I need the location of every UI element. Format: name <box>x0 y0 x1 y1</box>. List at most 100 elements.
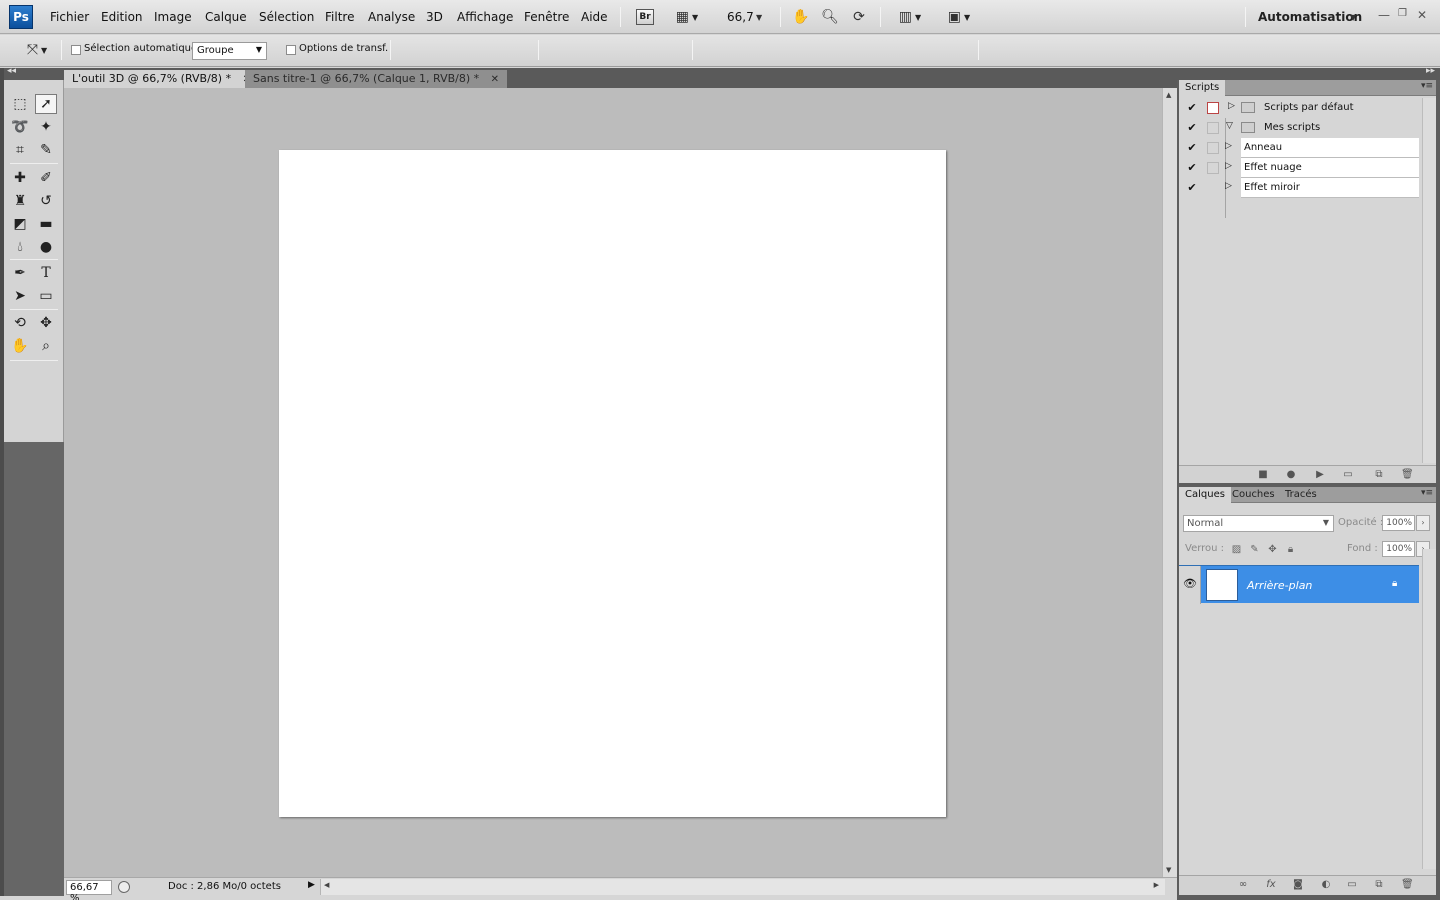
transform-controls-checkbox[interactable] <box>286 45 296 55</box>
trash-icon[interactable]: 🗑︎ <box>1401 879 1414 891</box>
expand-triangle-icon[interactable]: ▷ <box>1228 101 1235 111</box>
distribute-top-icon[interactable] <box>552 44 568 58</box>
eye-icon[interactable]: 👁︎ <box>1183 578 1197 589</box>
layer-style-icon[interactable]: fx <box>1265 879 1277 891</box>
chevron-down-icon[interactable]: ▼ <box>756 8 762 26</box>
layer-visibility-cell[interactable]: 👁︎ <box>1179 566 1201 604</box>
align-left-icon[interactable] <box>472 44 488 58</box>
menu-aide[interactable]: Aide <box>581 10 608 24</box>
expand-triangle-icon[interactable]: ▷ <box>1225 161 1232 171</box>
auto-align-layers-icon[interactable] <box>701 44 717 58</box>
menu-edition[interactable]: Edition <box>101 10 143 24</box>
scroll-right-icon[interactable]: ▶ <box>1154 881 1159 889</box>
menu-affichage[interactable]: Affichage <box>457 10 513 24</box>
restore-icon[interactable]: ❐ <box>1398 8 1407 19</box>
align-vertical-center-icon[interactable] <box>422 44 438 58</box>
menu-calque[interactable]: Calque <box>205 10 247 24</box>
rotate-view-icon[interactable]: ⟳ <box>849 8 869 26</box>
menu-filtre[interactable]: Filtre <box>325 10 354 24</box>
menu-3d[interactable]: 3D <box>426 10 443 24</box>
new-group-icon[interactable]: ▭ <box>1346 879 1358 891</box>
layer-row[interactable]: 👁︎ Arrière-plan 🔒︎ <box>1179 565 1419 604</box>
zoom-level-dropdown[interactable]: 66,7 <box>727 10 754 24</box>
marquee-tool-icon[interactable]: ⬚ <box>9 94 31 114</box>
fill-field[interactable]: 100% <box>1382 541 1415 557</box>
align-bottom-icon[interactable] <box>442 44 458 58</box>
stop-icon[interactable]: ■ <box>1257 469 1269 481</box>
eraser-tool-icon[interactable]: ◩ <box>9 214 31 234</box>
list-item[interactable]: ✔ ▽ Mes scripts <box>1179 118 1419 138</box>
vertical-scrollbar[interactable]: ▲ ▼ <box>1162 88 1177 877</box>
tool-preset-picker[interactable]: ⤧ ▼ <box>20 41 54 59</box>
list-item[interactable]: ✔ ▷ Scripts par défaut <box>1179 98 1419 118</box>
tab-layers[interactable]: Calques <box>1179 487 1231 503</box>
workspace-switcher[interactable]: Automatisation <box>1258 10 1362 24</box>
auto-select-dropdown[interactable]: Groupe ▼ <box>192 42 267 60</box>
view-extras-button[interactable]: ▦ ▼ <box>670 8 704 26</box>
lock-all-icon[interactable]: 🔒︎ <box>1285 544 1296 555</box>
add-mask-icon[interactable]: ◙ <box>1292 879 1304 891</box>
zoom-tool-icon[interactable]: ⌕ <box>35 336 57 356</box>
move-tool-icon[interactable]: ➚ <box>35 94 57 114</box>
screen-mode-button[interactable]: ▣ ▼ <box>942 8 976 26</box>
scroll-down-icon[interactable]: ▼ <box>1166 866 1171 874</box>
scroll-up-icon[interactable]: ▲ <box>1166 91 1171 99</box>
tab-untitled-document[interactable]: Sans titre-1 @ 66,7% (Calque 1, RVB/8) *… <box>245 70 508 88</box>
dialog-toggle[interactable] <box>1207 142 1219 154</box>
arrange-documents-button[interactable]: ▥ ▼ <box>893 8 927 26</box>
dialog-toggle[interactable] <box>1207 102 1219 114</box>
zoom-field[interactable]: 66,67 % <box>66 880 112 900</box>
play-icon[interactable]: ▶ <box>1314 469 1326 481</box>
document-canvas[interactable] <box>279 150 946 817</box>
list-item[interactable]: ✔ ▷ Effet nuage <box>1179 158 1419 178</box>
check-icon[interactable]: ✔ <box>1186 142 1198 154</box>
tab-paths[interactable]: Tracés <box>1279 487 1323 503</box>
layers-scrollbar[interactable] <box>1422 549 1436 869</box>
lasso-tool-icon[interactable]: ➰ <box>9 117 31 137</box>
zoom-tool-icon[interactable]: 🔍︎ <box>820 8 840 26</box>
history-brush-tool-icon[interactable]: ↺ <box>35 191 57 211</box>
tab-scripts[interactable]: Scripts <box>1179 80 1226 96</box>
close-icon[interactable]: ✕ <box>1417 8 1427 22</box>
check-icon[interactable]: ✔ <box>1186 182 1198 194</box>
crop-tool-icon[interactable]: ⌗ <box>9 140 31 160</box>
distribute-vertical-center-icon[interactable] <box>572 44 588 58</box>
new-folder-icon[interactable]: ▭ <box>1342 469 1354 481</box>
tab-3d-tool-document[interactable]: L'outil 3D @ 66,7% (RVB/8) * ✕ <box>64 70 259 88</box>
lock-position-icon[interactable]: ✥ <box>1267 544 1278 555</box>
adjustment-layer-icon[interactable]: ◐ <box>1320 879 1332 891</box>
lock-pixels-icon[interactable]: ✎ <box>1249 544 1260 555</box>
dialog-toggle[interactable] <box>1207 162 1219 174</box>
menu-analyse[interactable]: Analyse <box>368 10 415 24</box>
auto-select-checkbox[interactable] <box>71 45 81 55</box>
check-icon[interactable]: ✔ <box>1186 102 1198 114</box>
healing-brush-tool-icon[interactable]: ✚ <box>9 168 31 188</box>
bridge-button[interactable]: Br <box>636 9 654 25</box>
canvas-area[interactable] <box>64 88 1162 877</box>
blend-mode-dropdown[interactable]: Normal ▼ <box>1183 515 1334 532</box>
menu-fenetre[interactable]: Fenêtre <box>524 10 569 24</box>
align-right-icon[interactable] <box>512 44 528 58</box>
scripts-scrollbar[interactable] <box>1422 98 1436 463</box>
status-menu-arrow-icon[interactable]: ▶ <box>308 880 315 890</box>
eyedropper-tool-icon[interactable]: ✎ <box>35 140 57 160</box>
panel-menu-icon[interactable]: ▾≡ <box>1421 81 1433 91</box>
chevron-down-icon[interactable]: ▼ <box>1350 8 1356 26</box>
3d-camera-tool-icon[interactable]: ✥ <box>35 313 57 333</box>
opacity-slider-button[interactable]: › <box>1416 515 1430 531</box>
toolbox-header[interactable]: ◂◂ <box>4 66 64 80</box>
type-tool-icon[interactable]: T <box>35 263 57 283</box>
brush-tool-icon[interactable]: ✐ <box>35 168 57 188</box>
distribute-right-icon[interactable] <box>662 44 678 58</box>
list-item[interactable]: ✔ ▷ Effet miroir <box>1179 178 1419 198</box>
gradient-tool-icon[interactable]: ▬ <box>35 214 57 234</box>
expand-triangle-icon[interactable]: ▷ <box>1225 141 1232 151</box>
scroll-left-icon[interactable]: ◀ <box>324 881 329 889</box>
menu-selection[interactable]: Sélection <box>259 10 314 24</box>
distribute-left-icon[interactable] <box>622 44 638 58</box>
minimize-icon[interactable]: — <box>1378 8 1390 22</box>
layer-name[interactable]: Arrière-plan <box>1247 579 1312 592</box>
tab-channels[interactable]: Couches <box>1226 487 1281 503</box>
close-icon[interactable]: ✕ <box>491 74 499 85</box>
hand-tool-icon[interactable]: ✋ <box>9 336 31 356</box>
